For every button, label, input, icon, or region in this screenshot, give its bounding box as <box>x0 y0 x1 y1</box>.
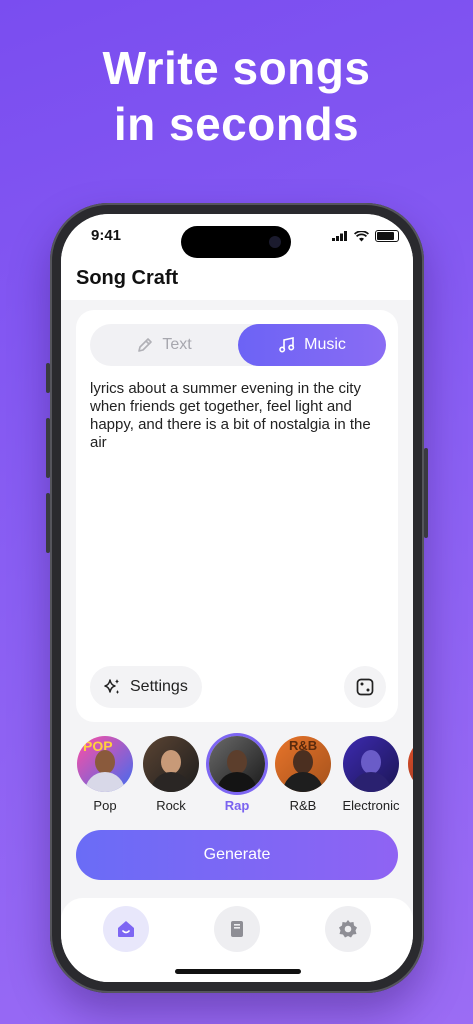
headline-line-2: in seconds <box>113 98 360 150</box>
battery-icon <box>375 230 399 242</box>
genre-rap[interactable]: Rap <box>204 736 270 813</box>
tab-text-label: Text <box>162 336 192 353</box>
gear-icon <box>339 920 357 938</box>
camera-icon <box>269 236 281 248</box>
headline-line-1: Write songs <box>102 42 371 94</box>
dynamic-island <box>181 226 291 258</box>
genre-more[interactable] <box>408 736 413 792</box>
music-note-icon <box>279 337 295 353</box>
headline: Write songs in seconds <box>0 40 473 152</box>
mute-switch <box>46 363 50 393</box>
mode-toggle: Text Music <box>90 324 386 366</box>
tab-settings[interactable] <box>325 906 371 952</box>
genre-electronic[interactable]: Electronic <box>336 736 406 813</box>
sparkles-icon <box>104 679 119 694</box>
genre-pop[interactable]: POP Pop <box>72 736 138 813</box>
book-icon <box>231 921 243 937</box>
dice-icon <box>356 678 374 696</box>
tab-music-label: Music <box>304 336 346 353</box>
power-button <box>424 448 428 538</box>
genre-avatar <box>408 736 413 792</box>
genre-rnb[interactable]: R&B R&B <box>270 736 336 813</box>
genre-label: Rock <box>156 798 186 813</box>
settings-button[interactable]: Settings <box>90 666 202 708</box>
tab-text[interactable]: Text <box>90 324 238 366</box>
genre-avatar <box>343 736 399 792</box>
genre-avatar <box>209 736 265 792</box>
settings-label: Settings <box>130 678 188 695</box>
generate-button[interactable]: Generate <box>76 830 398 880</box>
home-indicator <box>175 969 301 974</box>
genre-label: Rap <box>224 798 250 813</box>
genre-avatar <box>143 736 199 792</box>
tab-library[interactable] <box>214 906 260 952</box>
status-time: 9:41 <box>91 227 122 244</box>
genre-label: Pop <box>93 798 117 813</box>
phone-frame: 9:41 Song Craft Text Music lyrics about … <box>46 203 428 993</box>
volume-down-button <box>46 493 50 553</box>
genre-label: R&B <box>289 798 317 813</box>
genre-label: Electronic <box>342 798 400 813</box>
genre-avatar: POP <box>77 736 133 792</box>
genre-avatar: R&B <box>275 736 331 792</box>
wifi-icon <box>354 230 369 241</box>
app-title: Song Craft <box>76 267 179 289</box>
status-icons <box>332 230 399 242</box>
volume-up-button <box>46 418 50 478</box>
random-dice-button[interactable] <box>344 666 386 708</box>
home-icon <box>118 921 134 937</box>
phone-screen: 9:41 Song Craft Text Music lyrics about … <box>61 214 413 982</box>
composer-card: Text Music lyrics about a summer evening… <box>76 310 398 722</box>
tab-home[interactable] <box>103 906 149 952</box>
signal-icon <box>332 231 347 241</box>
pen-icon <box>138 338 153 352</box>
tab-music[interactable]: Music <box>238 324 386 366</box>
genre-rock[interactable]: Rock <box>138 736 204 813</box>
prompt-input[interactable]: lyrics about a summer evening in the cit… <box>90 380 386 452</box>
genre-list: POP Pop Rock Rap R&B R&B Electronic <box>76 736 413 816</box>
